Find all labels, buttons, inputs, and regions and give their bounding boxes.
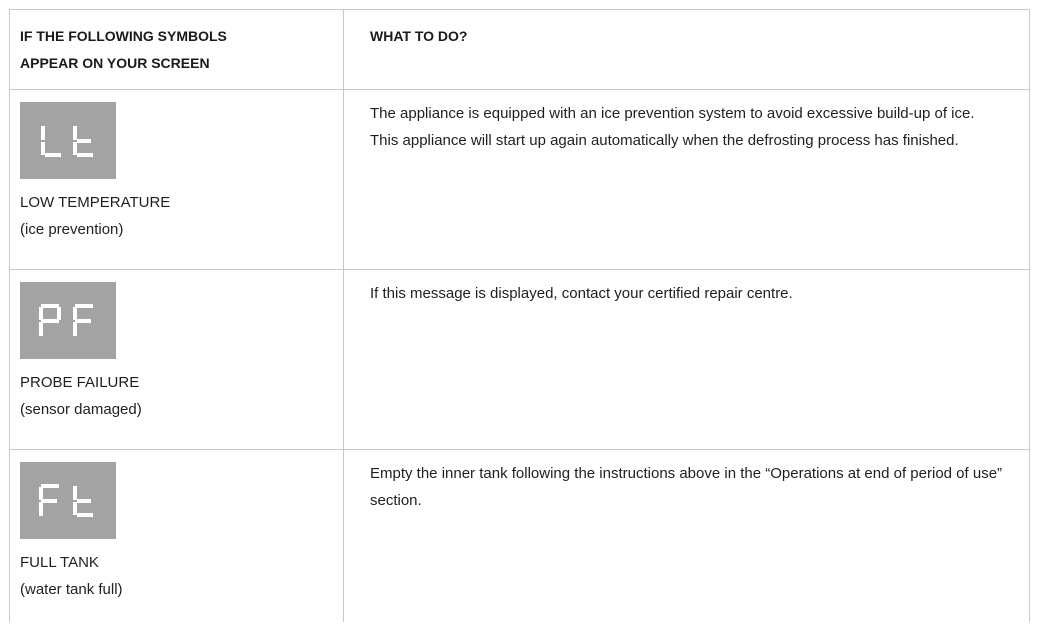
symbol-name: LOW TEMPERATURE	[20, 194, 171, 211]
action-text: The appliance is equipped with an ice pr…	[370, 100, 1003, 154]
action-cell: The appliance is equipped with an ice pr…	[344, 90, 1030, 269]
action-paragraph: The appliance is equipped with an ice pr…	[370, 105, 975, 122]
action-paragraph: Empty the inner tank following the instr…	[370, 465, 1003, 509]
display-pf-icon	[20, 282, 116, 359]
header-symbols-line1: IF THE FOLLOWING SYMBOLS	[20, 28, 227, 44]
action-cell: If this message is displayed, contact yo…	[344, 270, 1030, 449]
action-cell: Empty the inner tank following the instr…	[344, 450, 1030, 622]
troubleshooting-table: IF THE FOLLOWING SYMBOLS APPEAR ON YOUR …	[9, 9, 1030, 622]
table-row: LOW TEMPERATURE (ice prevention) The app…	[9, 90, 1030, 270]
table-header-row: IF THE FOLLOWING SYMBOLS APPEAR ON YOUR …	[9, 10, 1030, 90]
symbol-cell: LOW TEMPERATURE (ice prevention)	[9, 90, 344, 269]
symbol-cell: PROBE FAILURE (sensor damaged)	[9, 270, 344, 449]
header-symbols-line2: APPEAR ON YOUR SCREEN	[20, 55, 210, 71]
action-text: Empty the inner tank following the instr…	[370, 460, 1003, 514]
display-lt-icon	[20, 102, 116, 179]
symbol-name: FULL TANK	[20, 554, 99, 571]
header-action-cell: WHAT TO DO?	[344, 10, 1030, 89]
table-row: FULL TANK (water tank full) Empty the in…	[9, 450, 1030, 622]
action-paragraph: If this message is displayed, contact yo…	[370, 285, 793, 302]
symbol-detail: (water tank full)	[20, 581, 123, 598]
header-symbols-cell: IF THE FOLLOWING SYMBOLS APPEAR ON YOUR …	[9, 10, 344, 89]
symbol-name: PROBE FAILURE	[20, 374, 140, 391]
table-row: PROBE FAILURE (sensor damaged) If this m…	[9, 270, 1030, 450]
action-paragraph: This appliance will start up again autom…	[370, 132, 959, 149]
symbol-detail: (sensor damaged)	[20, 401, 142, 418]
symbol-detail: (ice prevention)	[20, 221, 124, 238]
display-ft-icon	[20, 462, 116, 539]
action-text: If this message is displayed, contact yo…	[370, 280, 1003, 307]
symbol-cell: FULL TANK (water tank full)	[9, 450, 344, 622]
header-what-to-do: WHAT TO DO?	[370, 28, 468, 44]
